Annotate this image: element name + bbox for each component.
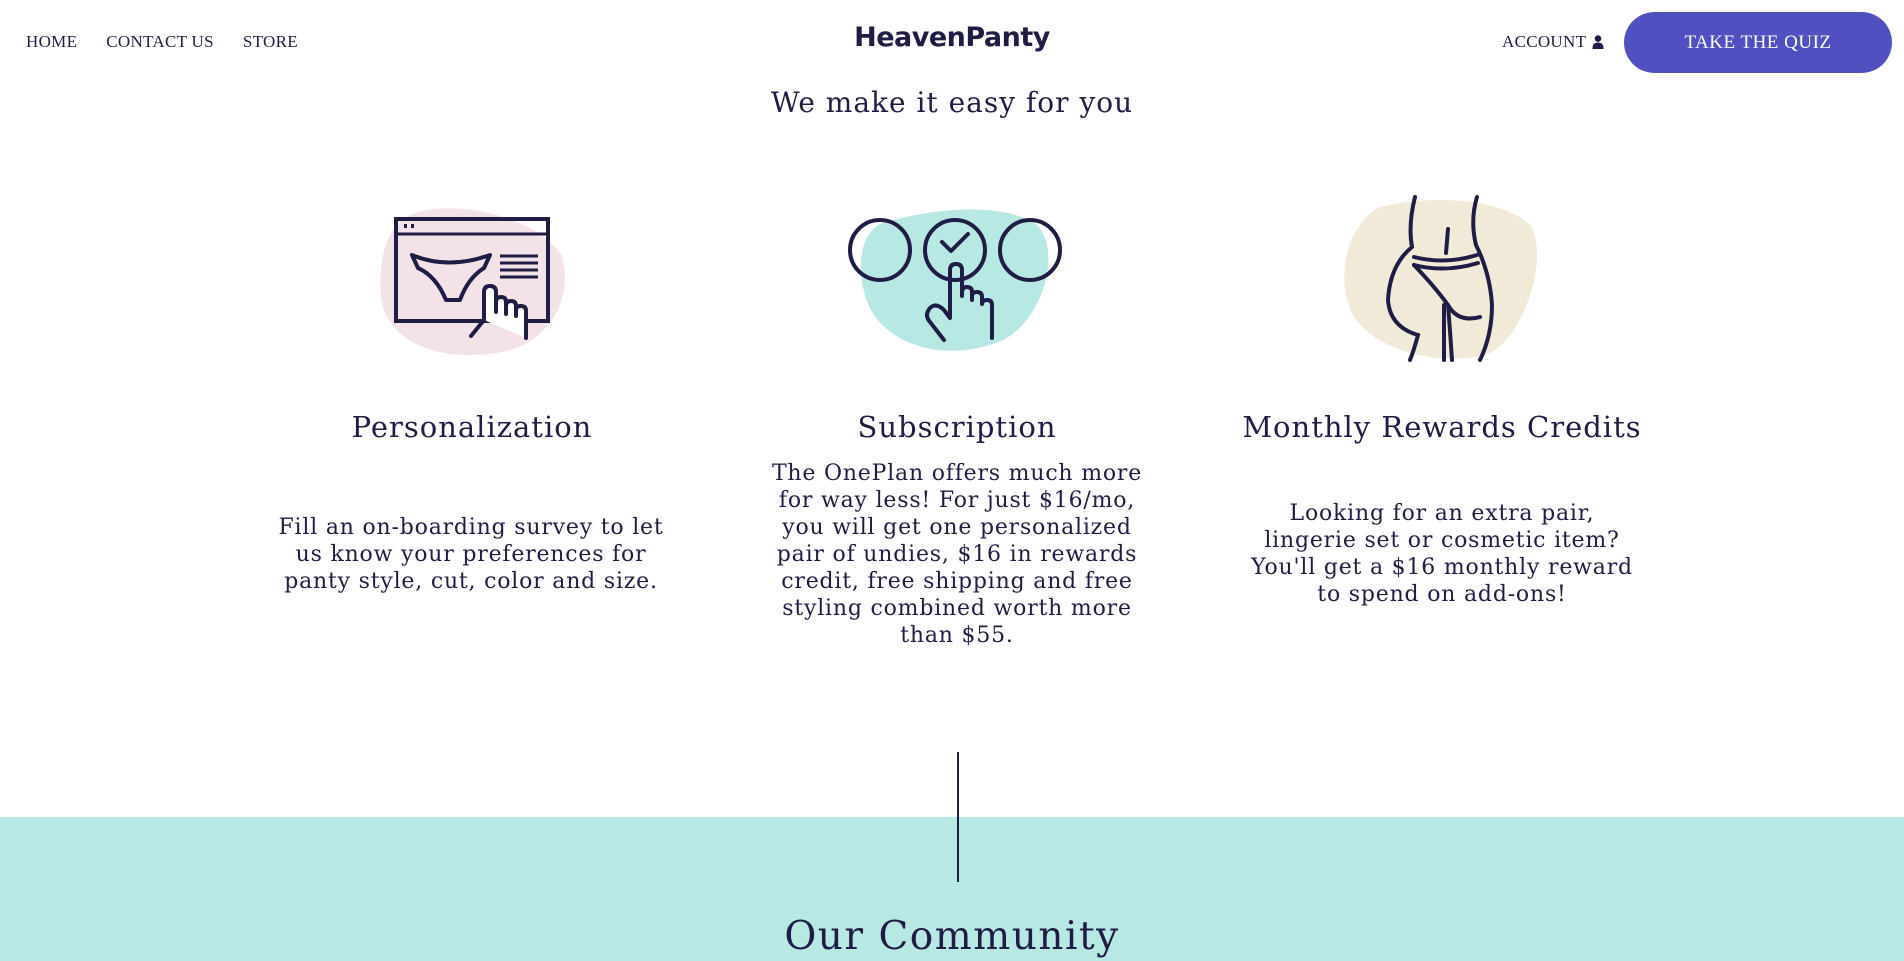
feature-title: Personalization bbox=[351, 410, 593, 444]
feature-description: The OnePlan offers much more for way les… bbox=[771, 461, 1143, 648]
brand-logo[interactable]: HeavenPanty bbox=[0, 22, 1904, 53]
feature-title: Monthly Rewards Credits bbox=[1242, 410, 1642, 444]
account-label: ACCOUNT bbox=[1502, 32, 1587, 51]
feature-description: Looking for an extra pair, lingerie set … bbox=[1251, 501, 1633, 607]
page: HOME CONTACT US STORE HeavenPanty ACCOUN… bbox=[0, 0, 1904, 961]
feature-title: Subscription bbox=[857, 410, 1057, 444]
select-option-click-icon bbox=[848, 209, 1062, 351]
community-title: Our Community bbox=[784, 914, 1120, 959]
account-link[interactable]: ACCOUNT bbox=[1502, 32, 1604, 52]
header: HOME CONTACT US STORE HeavenPanty ACCOUN… bbox=[0, 0, 1904, 84]
section-tagline: We make it easy for you bbox=[770, 86, 1134, 119]
feature-description: Fill an on-boarding survey to let us kno… bbox=[278, 515, 664, 594]
browser-panty-click-icon bbox=[380, 208, 565, 356]
body-lingerie-icon bbox=[1344, 195, 1538, 362]
take-quiz-button[interactable]: TAKE THE QUIZ bbox=[1624, 12, 1892, 73]
user-icon bbox=[1592, 35, 1604, 49]
section-divider-line bbox=[957, 752, 959, 882]
